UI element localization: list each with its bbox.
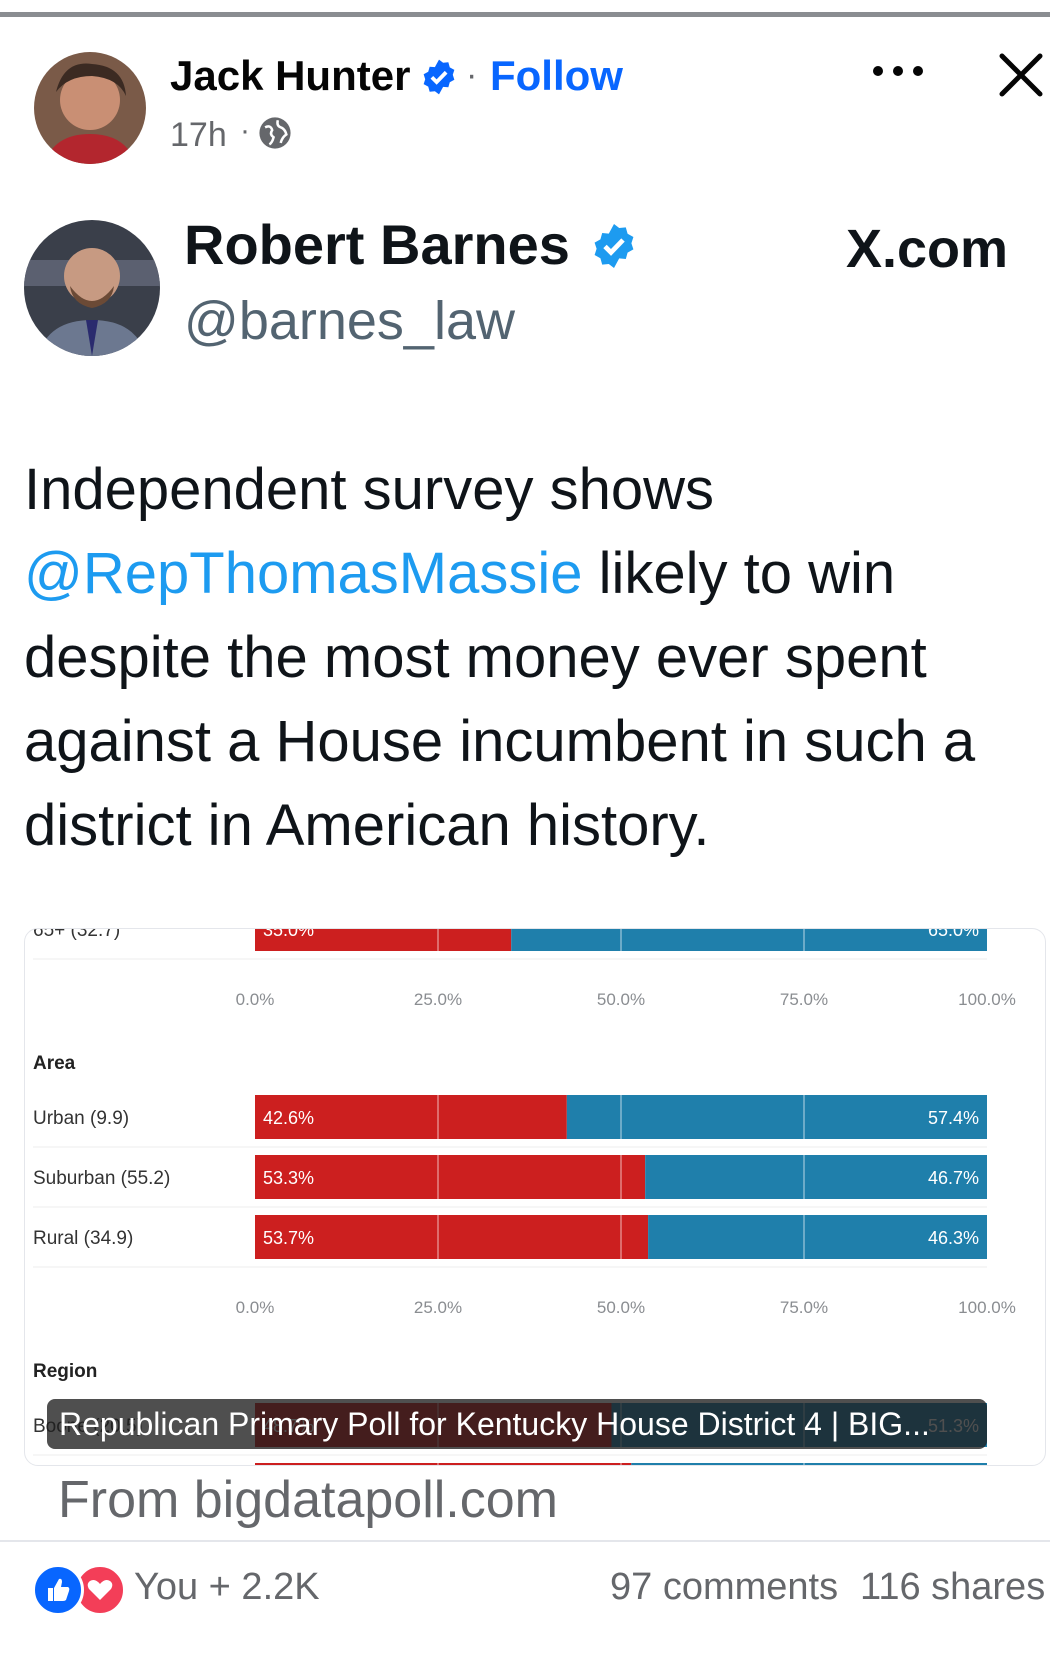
link-title-caption[interactable]: Republican Primary Poll for Kentucky Hou… [47, 1399, 987, 1449]
bar-value-label: 57.4% [928, 1108, 979, 1128]
verified-badge-icon [423, 59, 455, 95]
bar-red [255, 1463, 632, 1465]
footer-divider [0, 1540, 1050, 1542]
x-tick-label: 50.0% [597, 1298, 645, 1317]
bar-value-label: 46.3% [928, 1228, 979, 1248]
poll-bar-chart: 65+ (32.7) 35.0% 65.0% 0.0% 25.0% 50.0% 75.0% 1… [33, 929, 1016, 1465]
post-time[interactable]: 17h [170, 116, 227, 155]
bar-value-label: 35.0% [263, 929, 314, 940]
x-tick-label: 50.0% [597, 990, 645, 1009]
x-tick-label: 100.0% [958, 990, 1016, 1009]
link-source[interactable]: From bigdatapoll.com [58, 1470, 558, 1530]
author-avatar[interactable] [34, 52, 146, 164]
x-tick-label: 0.0% [236, 1298, 275, 1317]
tweet-text-start: Independent survey shows [24, 457, 714, 522]
top-divider [0, 12, 1050, 17]
row-label: Suburban (55.2) [33, 1168, 170, 1189]
shares-count[interactable]: 116 shares [860, 1566, 1045, 1609]
bar-blue [511, 929, 987, 951]
row-label: 65+ (32.7) [33, 929, 120, 941]
more-options-icon[interactable] [868, 56, 928, 86]
bar-value-label: 46.7% [928, 1168, 979, 1188]
bar-blue [631, 1463, 987, 1465]
x-tick-label: 75.0% [780, 990, 828, 1009]
x-tick-label: 25.0% [414, 1298, 462, 1317]
x-tick-label: 25.0% [414, 990, 462, 1009]
section-heading: Region [33, 1361, 97, 1382]
row-label: Rural (34.9) [33, 1228, 133, 1249]
verified-badge-icon [594, 224, 634, 268]
x-tick-label: 100.0% [958, 1298, 1016, 1317]
separator: · [466, 56, 478, 94]
reactions-count[interactable]: You + 2.2K [134, 1566, 320, 1609]
source-site-label: X.com [846, 219, 1009, 279]
x-tick-label: 75.0% [780, 1298, 828, 1317]
row-label: Urban (9.9) [33, 1108, 129, 1129]
author-name[interactable]: Jack Hunter [170, 52, 410, 100]
bar-value-label: 53.7% [263, 1228, 314, 1248]
section-heading: Area [33, 1053, 76, 1074]
embedded-author-name: Robert Barnes [184, 213, 570, 276]
like-reaction-icon[interactable] [32, 1564, 84, 1616]
close-icon[interactable] [996, 50, 1046, 100]
x-tick-label: 0.0% [236, 990, 275, 1009]
embedded-author-handle: @barnes_law [184, 291, 515, 351]
bar-value-label: 65.0% [928, 929, 979, 940]
link-preview-card[interactable]: 65+ (32.7) 35.0% 65.0% 0.0% 25.0% 50.0% 75.0% 1… [24, 928, 1046, 1466]
bar-value-label: 42.6% [263, 1108, 314, 1128]
bar-value-label: 53.3% [263, 1168, 314, 1188]
tweet-text: Independent survey shows @RepThomasMassi… [24, 448, 1034, 868]
bar-blue [566, 1095, 987, 1139]
follow-button[interactable]: Follow [490, 52, 623, 100]
globe-icon [259, 117, 291, 149]
embedded-author-avatar [24, 220, 160, 356]
mention-link[interactable]: @RepThomasMassie [24, 541, 583, 606]
time-separator: · [240, 114, 250, 147]
comments-count[interactable]: 97 comments [610, 1566, 838, 1609]
